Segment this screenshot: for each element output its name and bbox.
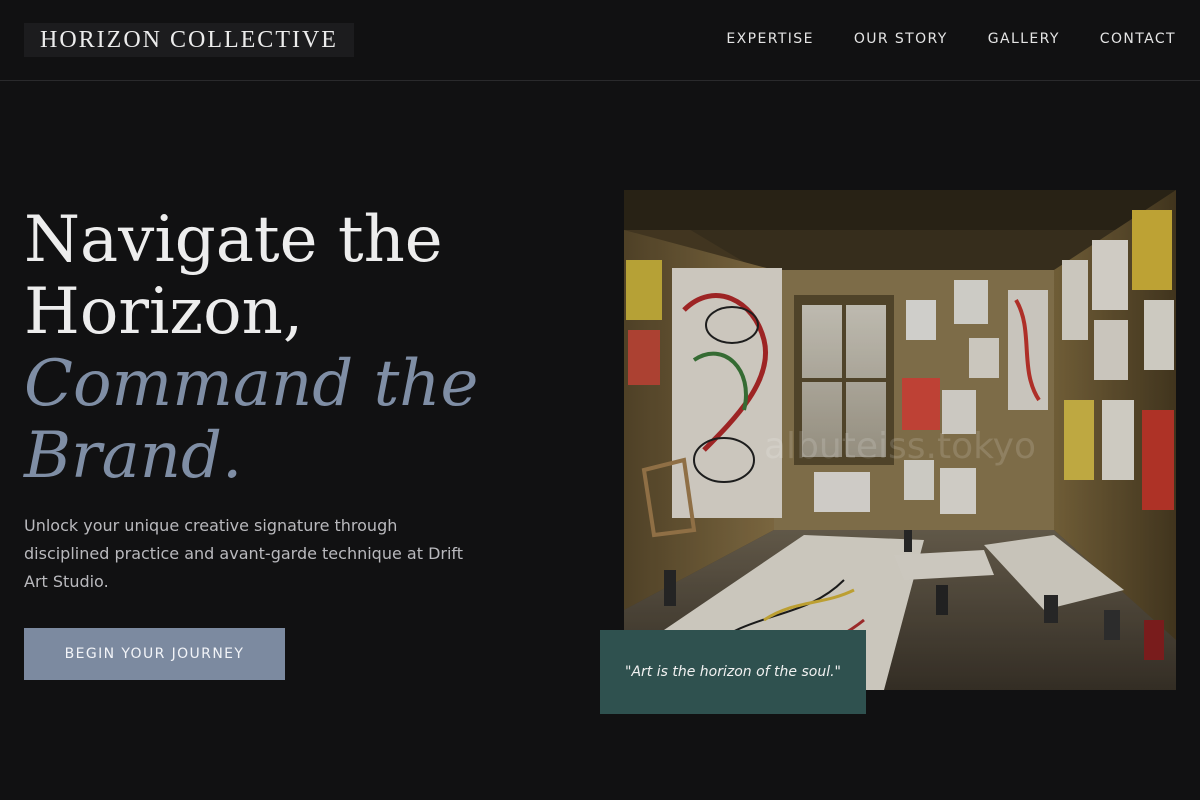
- hero-title: Navigate the Horizon, Command the Brand.: [24, 204, 544, 492]
- quote-text: "Art is the horizon of the soul.": [625, 664, 841, 680]
- site-logo[interactable]: HORIZON COLLECTIVE: [24, 23, 354, 57]
- image-watermark: albuteiss.tokyo: [764, 426, 1036, 467]
- hero-title-accent-line-2: Brand.: [24, 419, 243, 493]
- hero-description: Unlock your unique creative signature th…: [24, 516, 464, 591]
- nav-link-expertise[interactable]: EXPERTISE: [726, 29, 813, 49]
- nav-link-contact[interactable]: CONTACT: [1100, 29, 1176, 49]
- begin-journey-button[interactable]: BEGIN YOUR JOURNEY: [24, 628, 285, 680]
- main-nav: EXPERTISE OUR STORY GALLERY CONTACT: [726, 29, 1176, 49]
- nav-link-gallery[interactable]: GALLERY: [988, 29, 1060, 49]
- hero-title-accent-line-1: Command the: [24, 347, 479, 421]
- quote-card: "Art is the horizon of the soul.": [600, 630, 866, 714]
- hero-title-line-1: Navigate the: [24, 203, 443, 277]
- nav-link-our-story[interactable]: OUR STORY: [854, 29, 948, 49]
- site-header: HORIZON COLLECTIVE EXPERTISE OUR STORY G…: [0, 0, 1200, 81]
- hero-title-line-2: Horizon,: [24, 275, 304, 349]
- art-studio-photo: albuteiss.tokyo: [624, 190, 1176, 690]
